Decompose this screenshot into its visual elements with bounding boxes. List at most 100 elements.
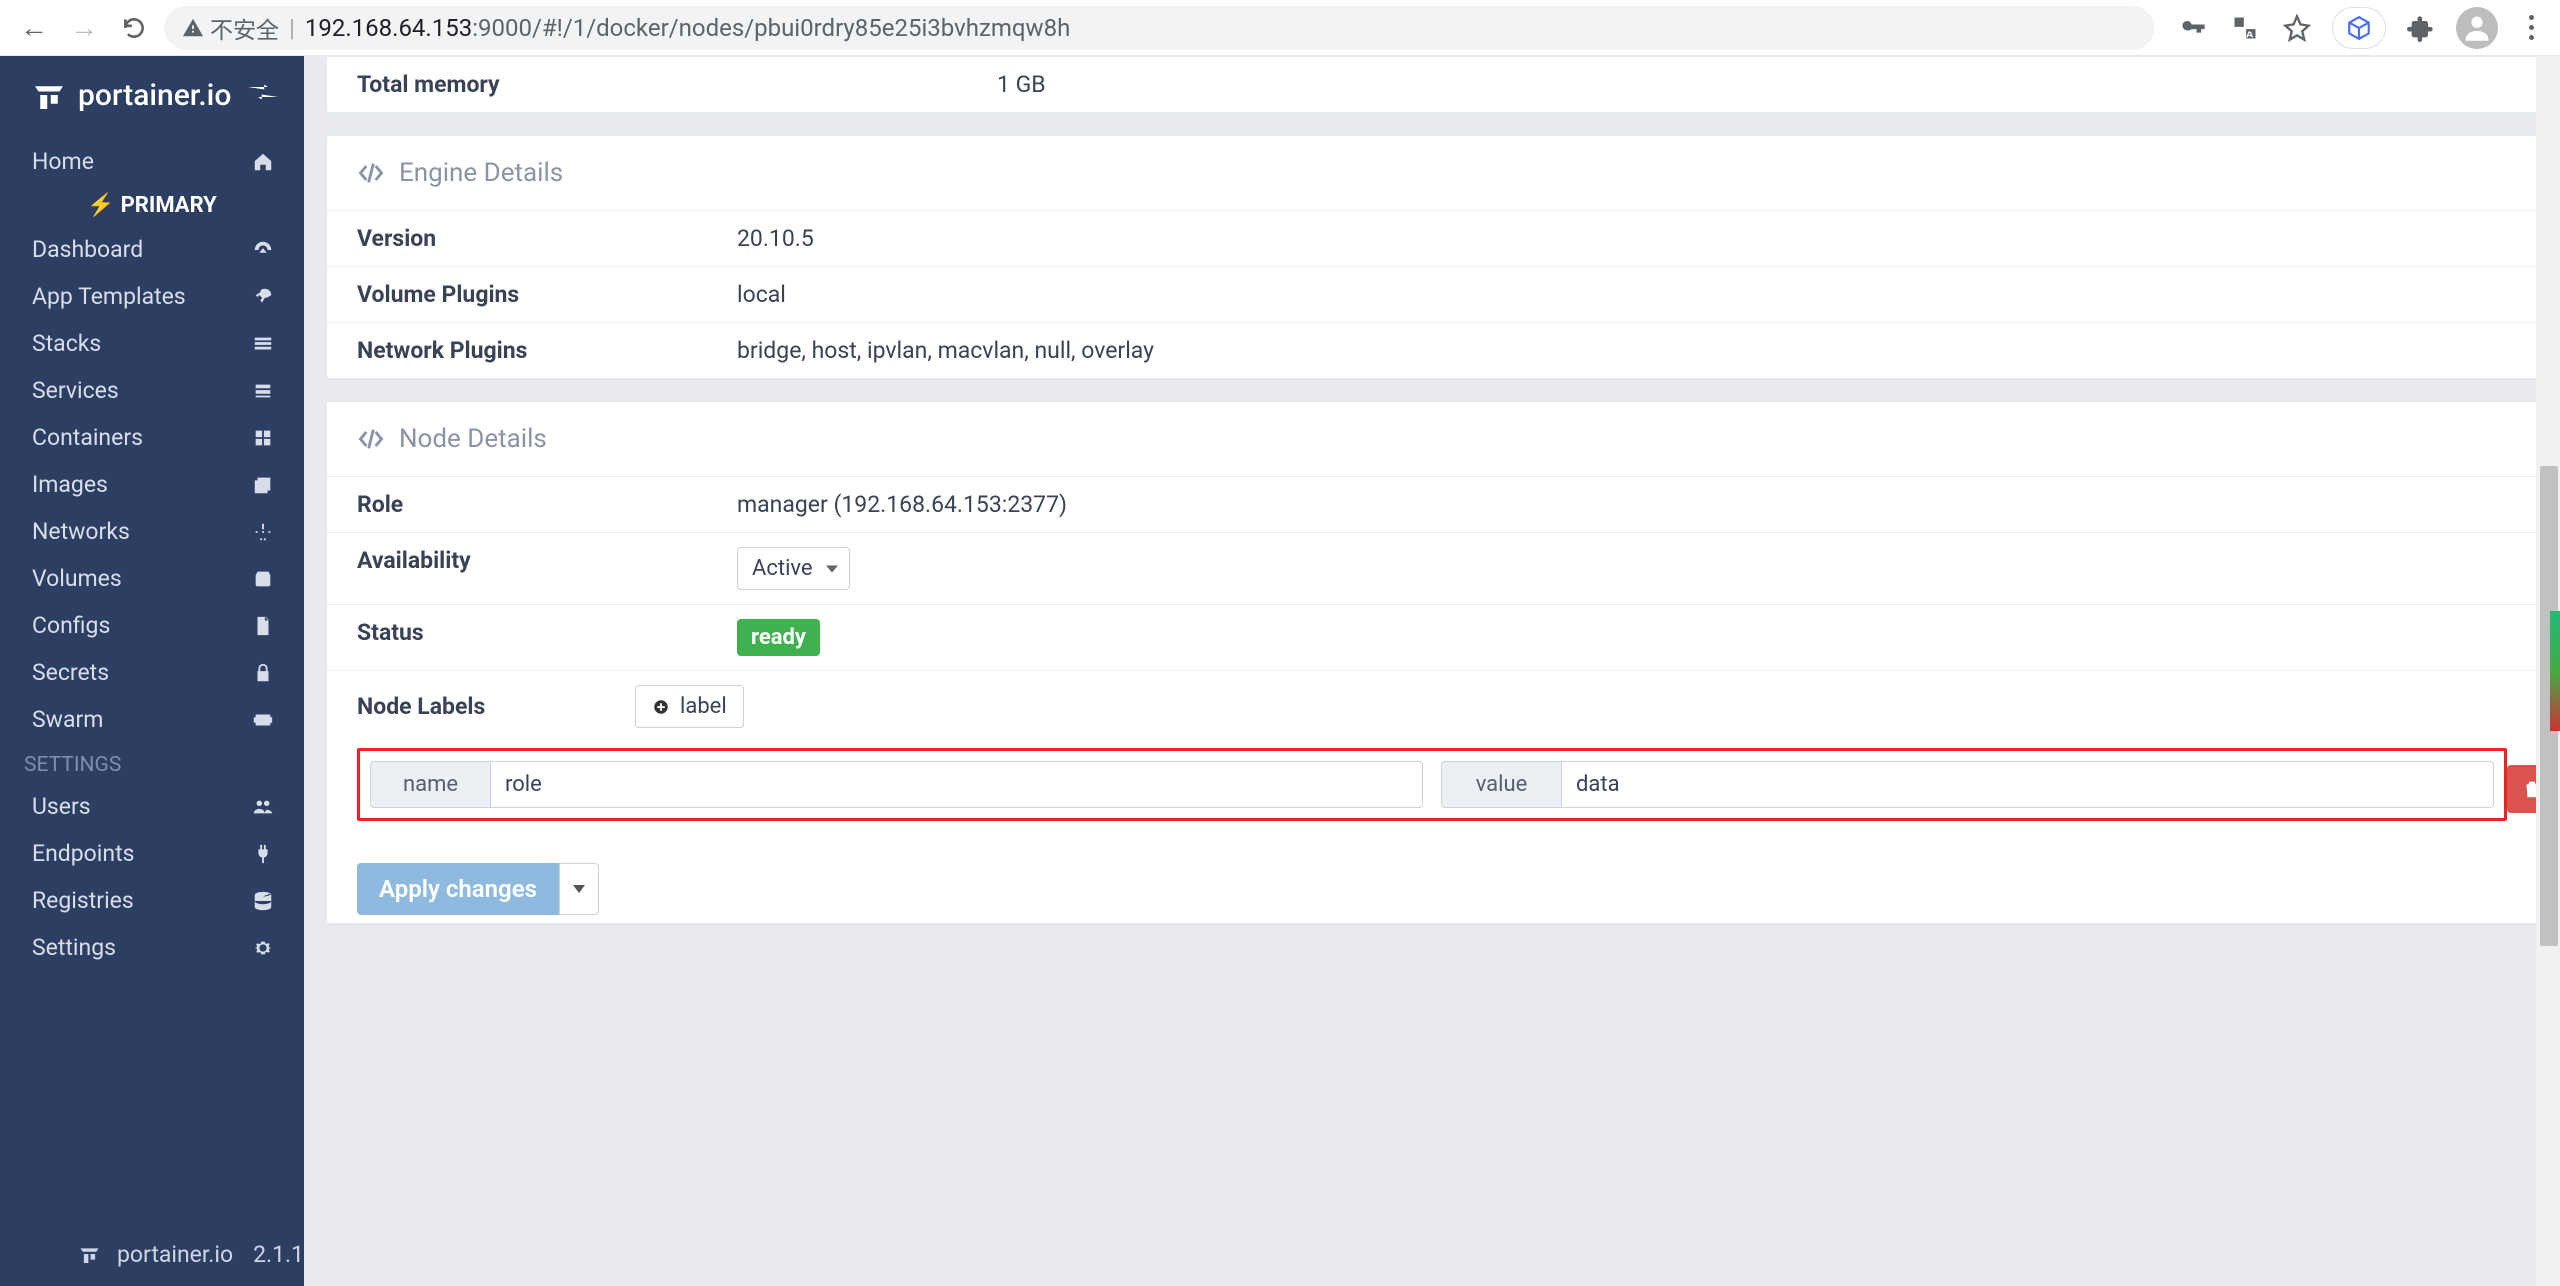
label-name-input[interactable] [490, 761, 1423, 808]
addon-value: value [1441, 761, 1561, 808]
sidebar-item-label: Networks [32, 518, 130, 545]
label-value-group: value [1441, 761, 2494, 808]
sidebar-item-app-templates[interactable]: App Templates [0, 273, 304, 320]
url-path: /#!/1/docker/nodes/pbui0rdry85e25i3bvhzm… [532, 14, 1070, 42]
sidebar-collapse-icon[interactable] [248, 81, 278, 109]
containers-icon [250, 427, 276, 449]
forward-button[interactable]: → [64, 8, 104, 48]
label-node-labels: Node Labels [357, 693, 613, 720]
scroll-minimap [2550, 611, 2560, 731]
url-separator: | [289, 14, 295, 42]
sidebar-item-registries[interactable]: Registries [0, 877, 304, 924]
dashboard-icon [250, 239, 276, 261]
sidebar-item-home[interactable]: Home [0, 138, 304, 185]
sidebar-header: portainer.io [0, 56, 304, 138]
availability-select[interactable]: Active [737, 547, 850, 590]
value-version: 20.10.5 [737, 225, 2507, 252]
row-status: Status ready [327, 605, 2537, 671]
label-network-plugins: Network Plugins [357, 337, 737, 364]
panel-engine-details: Engine Details Version20.10.5 Volume Plu… [326, 135, 2538, 379]
extension-cube-icon[interactable] [2332, 7, 2386, 49]
sidebar-item-users[interactable]: Users [0, 783, 304, 830]
plug-icon: ⚡ [87, 193, 114, 218]
profile-avatar[interactable] [2456, 7, 2498, 49]
sidebar-item-dashboard[interactable]: Dashboard [0, 226, 304, 273]
sidebar-item-configs[interactable]: Configs [0, 602, 304, 649]
label-availability: Availability [357, 547, 737, 590]
address-bar[interactable]: 不安全 | 192.168.64.153:9000/#!/1/docker/no… [164, 6, 2154, 50]
status-badge: ready [737, 619, 820, 656]
puzzle-icon[interactable] [2404, 11, 2438, 45]
sidebar-item-label: Containers [32, 424, 143, 451]
insecure-badge: 不安全 [182, 11, 279, 45]
lock-icon [250, 662, 276, 684]
sidebar-item-label: Home [32, 148, 94, 175]
sidebar-settings-heading: SETTINGS [0, 743, 304, 783]
list-icon [250, 380, 276, 402]
plus-circle-icon [652, 698, 670, 716]
scrollbar-track[interactable] [2536, 56, 2560, 1286]
row-volume-plugins: Volume Pluginslocal [327, 267, 2537, 323]
panel-title: Node Details [399, 424, 547, 454]
plug-icon [250, 843, 276, 865]
sidebar-item-label: Users [32, 793, 91, 820]
main-content: Total memory 1 GB Engine Details Version… [304, 56, 2560, 1286]
label-status: Status [357, 619, 737, 656]
volume-icon [250, 568, 276, 590]
sidebar-item-containers[interactable]: Containers [0, 414, 304, 461]
sidebar-item-endpoints[interactable]: Endpoints [0, 830, 304, 877]
sidebar-item-label: Settings [32, 934, 116, 961]
network-icon [250, 521, 276, 543]
reload-button[interactable] [114, 8, 154, 48]
brand-logo[interactable]: portainer.io [28, 74, 231, 116]
apply-changes-dropdown[interactable] [559, 863, 599, 915]
sidebar-item-label: Secrets [32, 659, 109, 686]
code-icon [357, 425, 385, 453]
sidebar-item-label: Dashboard [32, 236, 143, 263]
code-icon [357, 159, 385, 187]
apply-changes-group: Apply changes [357, 863, 2537, 915]
footer-version: 2.1.1 [253, 1241, 304, 1268]
sidebar-item-swarm[interactable]: Swarm [0, 696, 304, 743]
add-label-button[interactable]: label [635, 685, 744, 728]
add-label-text: label [680, 694, 727, 719]
swarm-icon [250, 709, 276, 731]
stacks-icon [250, 333, 276, 355]
sidebar-item-networks[interactable]: Networks [0, 508, 304, 555]
label-volume-plugins: Volume Plugins [357, 281, 737, 308]
availability-select-wrap: Active [737, 547, 850, 590]
sidebar-item-label: Images [32, 471, 108, 498]
apply-changes-button[interactable]: Apply changes [357, 863, 559, 915]
sidebar-item-stacks[interactable]: Stacks [0, 320, 304, 367]
value-total-memory: 1 GB [997, 71, 2507, 98]
footer-brand: portainer.io [117, 1241, 233, 1268]
key-icon[interactable] [2176, 11, 2210, 45]
url-port: :9000 [472, 14, 532, 42]
star-icon[interactable] [2280, 11, 2314, 45]
back-button[interactable]: ← [14, 8, 54, 48]
sidebar-item-services[interactable]: Services [0, 367, 304, 414]
app-shell: portainer.io Home ⚡PRIMARY Dashboard App… [0, 56, 2560, 1286]
file-icon [250, 615, 276, 637]
label-total-memory: Total memory [357, 71, 997, 98]
sidebar-item-settings[interactable]: Settings [0, 924, 304, 971]
label-value-input[interactable] [1561, 761, 2494, 808]
sidebar-item-images[interactable]: Images [0, 461, 304, 508]
sidebar-item-secrets[interactable]: Secrets [0, 649, 304, 696]
panel-heading-node: Node Details [327, 402, 2537, 477]
insecure-text: 不安全 [210, 11, 279, 45]
sidebar-item-volumes[interactable]: Volumes [0, 555, 304, 602]
sidebar-item-label: Swarm [32, 706, 103, 733]
sidebar-item-label: Stacks [32, 330, 101, 357]
images-icon [250, 474, 276, 496]
browser-toolbar: ← → 不安全 | 192.168.64.153:9000/#!/1/docke… [0, 0, 2560, 56]
sidebar-item-label: App Templates [32, 283, 186, 310]
chrome-menu-icon[interactable] [2516, 15, 2546, 40]
panel-host-tail: Total memory 1 GB [326, 56, 2538, 113]
value-volume-plugins: local [737, 281, 2507, 308]
row-availability: Availability Active [327, 533, 2537, 605]
url-host: 192.168.64.153 [305, 14, 472, 42]
users-icon [250, 796, 276, 818]
translate-icon[interactable] [2228, 11, 2262, 45]
sidebar-footer: portainer.io 2.1.1 [0, 1222, 304, 1286]
